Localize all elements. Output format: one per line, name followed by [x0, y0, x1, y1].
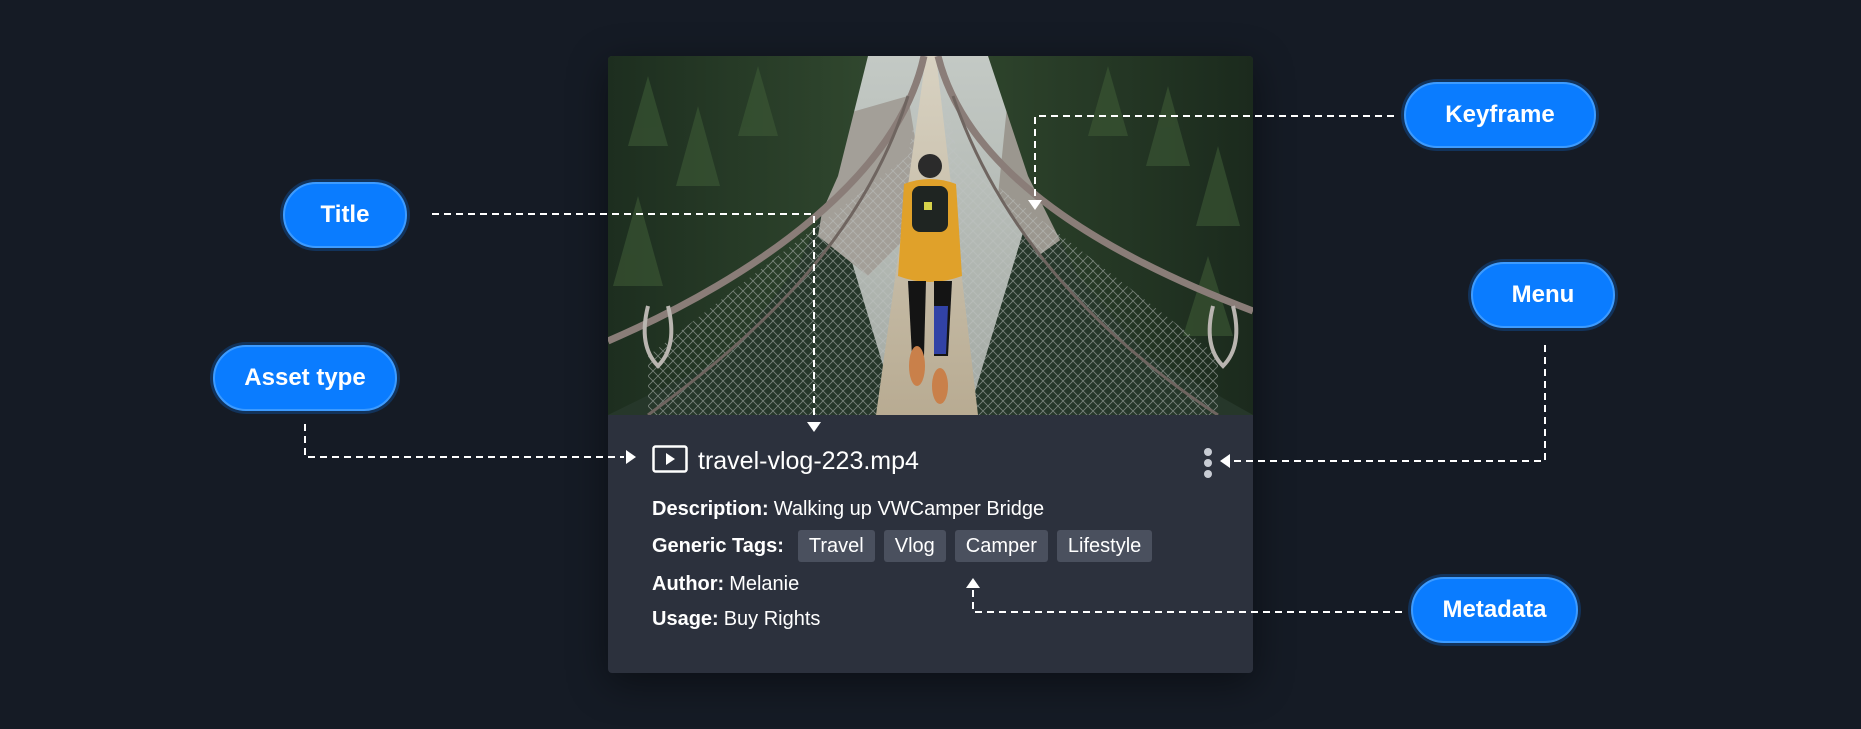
author-key: Author:	[652, 573, 725, 595]
description-value: Walking up VWCamper Bridge	[773, 498, 1045, 520]
tag-chip[interactable]: Vlog	[883, 530, 946, 562]
tag-chip[interactable]: Lifestyle	[1056, 530, 1153, 562]
menu-dot	[1204, 459, 1212, 467]
description-key: Description:	[652, 498, 769, 520]
vertical-ellipsis-icon[interactable]	[1188, 440, 1228, 486]
metadata-generic-tags: Generic Tags: Travel Vlog Camper Lifesty…	[652, 530, 1153, 562]
tag-chip[interactable]: Travel	[797, 530, 875, 562]
usage-key: Usage:	[652, 608, 719, 630]
metadata-description: Description: Walking up VWCamper Bridge	[652, 496, 1044, 522]
menu-dot	[1204, 448, 1212, 456]
callout-menu: Menu	[1471, 262, 1615, 328]
asset-card[interactable]: travel-vlog-223.mp4 Description: Walking…	[608, 56, 1253, 673]
video-play-icon	[652, 445, 688, 473]
asset-title[interactable]: travel-vlog-223.mp4	[698, 446, 919, 476]
menu-dot	[1204, 470, 1212, 478]
metadata-usage: Usage: Buy Rights	[652, 606, 820, 632]
tag-chip[interactable]: Camper	[954, 530, 1048, 562]
callout-title: Title	[283, 182, 407, 248]
callout-asset-type: Asset type	[213, 345, 397, 411]
usage-value: Buy Rights	[723, 608, 821, 630]
callout-metadata: Metadata	[1411, 577, 1578, 643]
metadata-author: Author: Melanie	[652, 571, 799, 597]
callout-keyframe: Keyframe	[1404, 82, 1596, 148]
generic-tags-key: Generic Tags:	[652, 535, 784, 557]
keyframe-image	[608, 56, 1253, 415]
author-value: Melanie	[729, 573, 800, 595]
